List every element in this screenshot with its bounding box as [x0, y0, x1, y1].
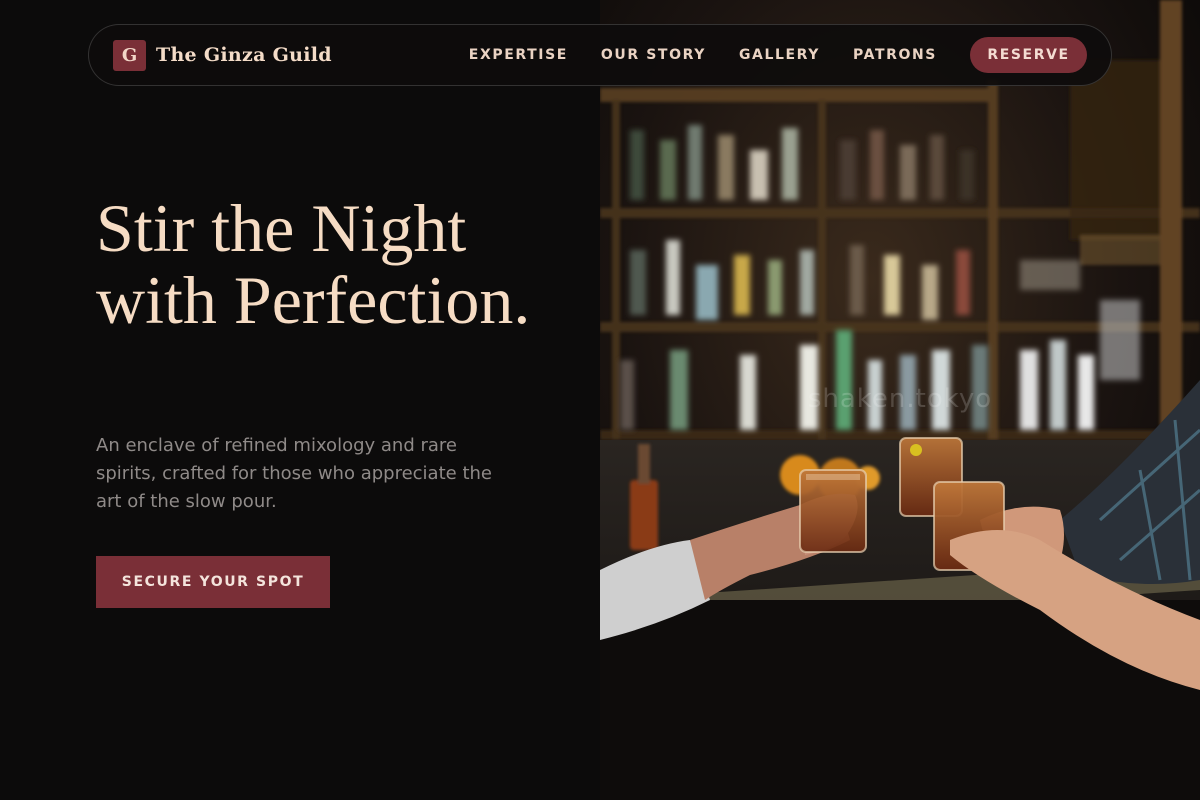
nav-link-patrons[interactable]: PATRONS: [853, 47, 937, 63]
hero-bar-photo: shaken.tokyo: [600, 0, 1200, 800]
nav-links: EXPERTISE OUR STORY GALLERY PATRONS RESE…: [469, 37, 1087, 73]
hero-title: Stir the Night with Perfection.: [96, 190, 531, 338]
secure-spot-button[interactable]: SECURE YOUR SPOT: [96, 556, 330, 608]
reserve-button[interactable]: RESERVE: [970, 37, 1087, 73]
brand-mark-icon: G: [113, 39, 146, 71]
nav-link-our-story[interactable]: OUR STORY: [601, 47, 706, 63]
hero-left-panel: [0, 0, 600, 800]
top-navigation: G The Ginza Guild EXPERTISE OUR STORY GA…: [88, 24, 1112, 86]
brand-logo[interactable]: G The Ginza Guild: [113, 39, 332, 71]
nav-link-gallery[interactable]: GALLERY: [739, 47, 820, 63]
hero-subtitle: An enclave of refined mixology and rare …: [96, 435, 492, 512]
nav-link-expertise[interactable]: EXPERTISE: [469, 47, 568, 63]
photo-watermark: shaken.tokyo: [807, 384, 993, 414]
brand-name: The Ginza Guild: [156, 44, 332, 66]
